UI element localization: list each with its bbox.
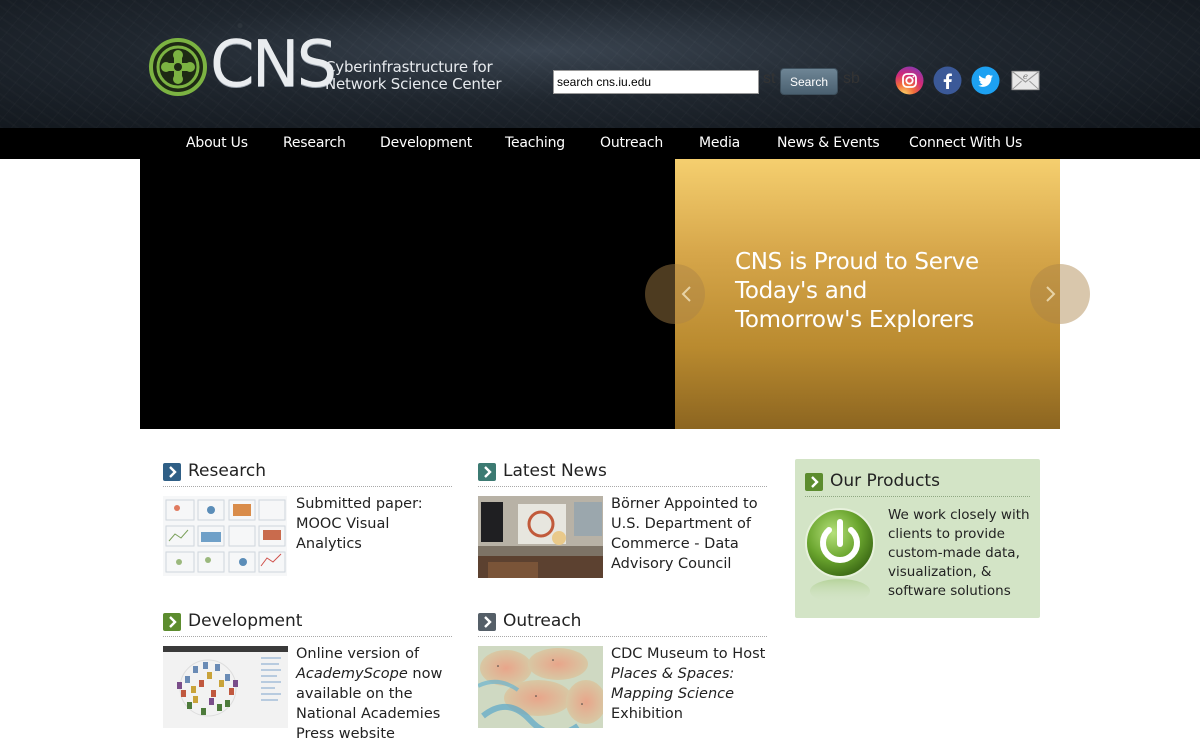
hero-line-1: CNS is Proud to Serve [735, 249, 979, 275]
news-item-line: Advisory Council [611, 556, 732, 572]
news-thumbnail[interactable] [478, 496, 603, 578]
products-line: We work closely with [888, 507, 1030, 523]
nav-development[interactable]: Development [380, 135, 472, 151]
search-button[interactable]: Search [780, 68, 838, 95]
logo-wordmark[interactable]: CNS [210, 30, 337, 100]
news-item-line: Commerce - Data [611, 536, 739, 552]
exhibition-title-line2: Mapping Science [611, 686, 735, 702]
research-section-title[interactable]: Research [188, 461, 266, 481]
news-item-link[interactable]: Börner Appointed to U.S. Department of C… [611, 494, 771, 574]
chevron-right-icon [478, 613, 496, 631]
chevron-left-icon [681, 286, 691, 302]
nav-media[interactable]: Media [699, 135, 740, 151]
development-section-header: Development [163, 611, 452, 637]
news-item-line: U.S. Department of [611, 516, 751, 532]
research-section-header: Research [163, 461, 452, 487]
section-divider [478, 486, 767, 487]
research-thumbnail[interactable] [163, 496, 287, 576]
research-item-line: Submitted paper: [296, 496, 423, 512]
hero-video-area[interactable] [140, 159, 675, 429]
research-item-line: MOOC Visual [296, 516, 390, 532]
outreach-item-link[interactable]: CDC Museum to Host Places & Spaces: Mapp… [611, 644, 771, 724]
products-line: visualization, & [888, 564, 992, 580]
development-item-line: Online version of [296, 646, 420, 662]
outreach-item-line: Places & Spaces: [611, 664, 771, 684]
academyscope-title: AcademyScope [296, 666, 408, 682]
hero-line-3: Tomorrow's Explorers [735, 307, 974, 333]
chevron-right-icon [478, 463, 496, 481]
power-button-icon[interactable] [803, 506, 881, 606]
development-item-line: AcademyScope now [296, 664, 456, 684]
facebook-icon[interactable] [933, 66, 962, 95]
outreach-section-title[interactable]: Outreach [503, 611, 581, 631]
products-box: Our Products We work closely with client… [795, 459, 1040, 618]
chevron-right-icon [163, 613, 181, 631]
products-description: We work closely with clients to provide … [888, 506, 1036, 601]
section-divider [163, 636, 452, 637]
carousel-prev-button[interactable] [645, 264, 705, 324]
outreach-section-header: Outreach [478, 611, 767, 637]
nav-teaching[interactable]: Teaching [505, 135, 565, 151]
section-divider [478, 636, 767, 637]
outreach-thumbnail[interactable] [478, 646, 603, 728]
development-thumbnail[interactable] [163, 646, 288, 728]
svg-text:e: e [1023, 72, 1028, 82]
exhibition-title-line1: Places & Spaces: [611, 666, 735, 682]
chevron-right-icon [163, 463, 181, 481]
logo-subtitle-line1: Cyberinfrastructure for [325, 58, 493, 76]
products-line: software solutions [888, 583, 1011, 599]
cns-logo-icon[interactable] [149, 38, 207, 96]
twitter-icon[interactable] [971, 66, 1000, 95]
news-item-line: Börner Appointed to [611, 496, 758, 512]
products-line: clients to provide [888, 526, 1005, 542]
carousel-next-button[interactable] [1030, 264, 1090, 324]
development-section-title[interactable]: Development [188, 611, 302, 631]
news-section-title[interactable]: Latest News [503, 461, 607, 481]
development-item-line: Press website [296, 726, 395, 740]
outreach-item-line: Exhibition [611, 706, 683, 722]
ghost-text-right: sb [843, 70, 860, 87]
development-item-line: available on the [296, 686, 413, 702]
email-icon[interactable]: e [1011, 66, 1041, 95]
outreach-item-line: Mapping Science [611, 684, 771, 704]
nav-research[interactable]: Research [283, 135, 346, 151]
news-section-header: Latest News [478, 461, 767, 487]
development-item-link[interactable]: Online version of AcademyScope now avail… [296, 644, 456, 740]
products-section-title[interactable]: Our Products [830, 471, 940, 491]
main-nav: About Us Research Development Teaching O… [0, 128, 1200, 159]
logo-subtitle: Cyberinfrastructure for Network Science … [325, 58, 502, 93]
research-item-line: Analytics [296, 536, 362, 552]
development-item-line-rest: now [407, 666, 443, 682]
hero-line-2: Today's and [735, 278, 868, 304]
hero-headline: CNS is Proud to Serve Today's and Tomorr… [735, 248, 1035, 335]
site-header: CNS Cyberinfrastructure for Network Scie… [0, 0, 1200, 128]
hero-slide[interactable]: CNS is Proud to Serve Today's and Tomorr… [675, 159, 1060, 429]
instagram-icon[interactable] [895, 66, 924, 95]
development-item-line: National Academies [296, 706, 441, 722]
research-item-link[interactable]: Submitted paper: MOOC Visual Analytics [296, 494, 452, 554]
nav-news-events[interactable]: News & Events [777, 135, 880, 151]
products-line: custom-made data, [888, 545, 1020, 561]
search-input[interactable] [553, 70, 759, 94]
logo-subtitle-line2: Network Science Center [325, 75, 502, 93]
chevron-right-icon [1046, 286, 1056, 302]
nav-connect-with-us[interactable]: Connect With Us [909, 135, 1022, 151]
ghost-text-left: st [763, 70, 776, 87]
section-divider [163, 486, 452, 487]
nav-about-us[interactable]: About Us [186, 135, 248, 151]
section-divider [805, 496, 1030, 497]
products-section-header: Our Products [805, 471, 1030, 497]
chevron-right-icon [805, 473, 823, 491]
nav-outreach[interactable]: Outreach [600, 135, 663, 151]
outreach-item-line: CDC Museum to Host [611, 646, 766, 662]
